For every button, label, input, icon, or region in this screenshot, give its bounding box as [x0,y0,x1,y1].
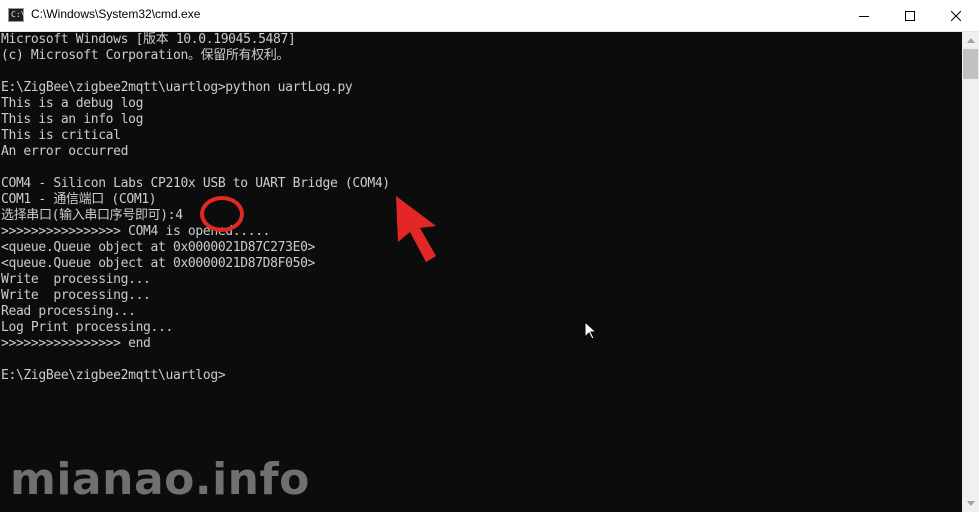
console-line: E:\ZigBee\zigbee2mqtt\uartlog> [1,368,226,383]
close-icon [951,10,961,21]
scrollbar-thumb[interactable] [963,49,978,79]
console-line: COM1 - 通信端口 (COM1) [1,192,157,207]
console-line: An error occurred [1,144,129,159]
console-line: This is critical [1,128,121,143]
console-line: Write processing... [1,272,151,287]
console-line: Microsoft Windows [版本 10.0.19045.5487] [1,32,296,47]
console-line: Read processing... [1,304,136,319]
title-bar[interactable]: C:\ C:\Windows\System32\cmd.exe [0,0,979,32]
console-line: This is a debug log [1,96,144,111]
close-button[interactable] [933,0,979,31]
console-line: (c) Microsoft Corporation。保留所有权利。 [1,48,290,63]
watermark-text: mianao.info [10,454,310,505]
cmd-icon[interactable]: C:\ [8,8,26,22]
console-line: Write processing... [1,288,151,303]
maximize-button[interactable] [887,0,933,31]
console-line: >>>>>>>>>>>>>>>> COM4 is opened..... [1,224,271,239]
cmd-icon-glyph: C:\ [11,10,26,19]
scroll-up-button[interactable] [962,32,979,49]
scroll-down-icon [966,501,975,506]
console-line: 选择串口(输入串口序号即可):4 [1,208,183,223]
highlight-circle-annotation [200,196,244,232]
console-line: <queue.Queue object at 0x0000021D87D8F05… [1,256,316,271]
console-line: This is an info log [1,112,144,127]
console-line: Log Print processing... [1,320,173,335]
console-line: COM4 - Silicon Labs CP210x USB to UART B… [1,176,390,191]
console-line: <queue.Queue object at 0x0000021D87C273E… [1,240,316,255]
console-line: >>>>>>>>>>>>>>>> end [1,336,151,351]
scroll-up-icon [966,38,975,43]
minimize-button[interactable] [841,0,887,31]
vertical-scrollbar[interactable] [962,32,979,512]
console-line: E:\ZigBee\zigbee2mqtt\uartlog>python uar… [1,80,353,95]
console-output[interactable]: Microsoft Windows [版本 10.0.19045.5487] (… [0,32,962,512]
arrow-annotation-icon [396,196,436,262]
maximize-icon [905,10,915,21]
mouse-cursor-icon [584,321,598,340]
scroll-down-button[interactable] [962,495,979,512]
minimize-icon [859,15,869,17]
window-title: C:\Windows\System32\cmd.exe [31,7,201,21]
console-lines: Microsoft Windows [版本 10.0.19045.5487] (… [1,32,390,384]
